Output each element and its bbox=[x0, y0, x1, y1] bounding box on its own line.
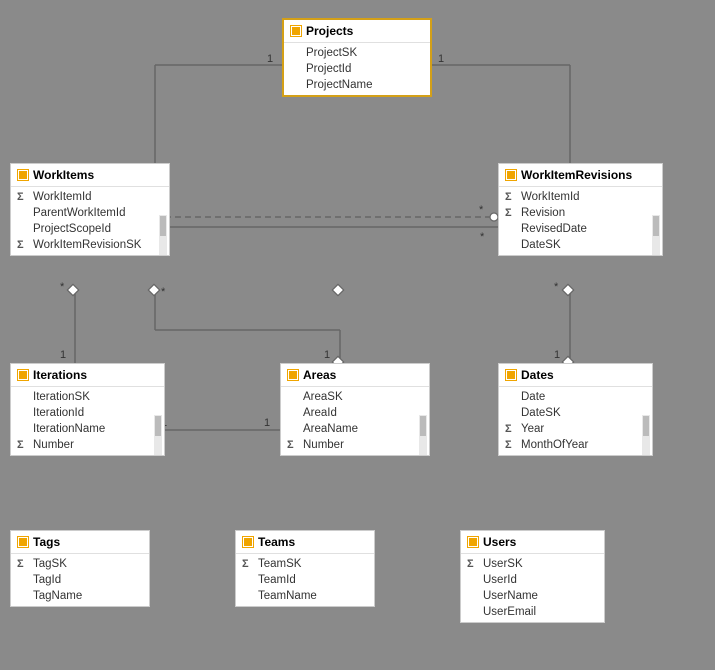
field-projectid: ProjectId bbox=[284, 61, 430, 77]
table-iterations-body: IterationSK IterationId IterationName Σ … bbox=[11, 387, 164, 455]
table-dates[interactable]: Dates Date DateSK Σ Year Σ MonthOfYear bbox=[498, 363, 653, 456]
svg-text:*: * bbox=[480, 231, 485, 243]
field-teamname: TeamName bbox=[236, 588, 374, 604]
field-iterationsk: IterationSK bbox=[11, 389, 164, 405]
table-teams[interactable]: Teams Σ TeamSK TeamId TeamName bbox=[235, 530, 375, 607]
table-dates-header: Dates bbox=[499, 364, 652, 387]
table-dates-body: Date DateSK Σ Year Σ MonthOfYear bbox=[499, 387, 652, 455]
table-workitemrevisions-body: Σ WorkItemId Σ Revision RevisedDate Date… bbox=[499, 187, 662, 255]
table-workitemrevisions-name: WorkItemRevisions bbox=[521, 168, 632, 182]
table-tags[interactable]: Tags Σ TagSK TagId TagName bbox=[10, 530, 150, 607]
field-userid: UserId bbox=[461, 572, 604, 588]
field-parentworkitemid: ParentWorkItemId bbox=[11, 205, 169, 221]
table-workitemrevisions-header: WorkItemRevisions bbox=[499, 164, 662, 187]
field-areask: AreaSK bbox=[281, 389, 429, 405]
field-date: Date bbox=[499, 389, 652, 405]
field-areaname: AreaName bbox=[281, 421, 429, 437]
table-teams-name: Teams bbox=[258, 535, 295, 549]
field-wir-datesk: DateSK bbox=[499, 237, 662, 253]
svg-text:1: 1 bbox=[554, 349, 560, 361]
field-projectsk: ProjectSK bbox=[284, 45, 430, 61]
field-projectname: ProjectName bbox=[284, 77, 430, 93]
field-iterations-number: Σ Number bbox=[11, 437, 164, 453]
field-monthofyear: Σ MonthOfYear bbox=[499, 437, 652, 453]
field-workitemid: Σ WorkItemId bbox=[11, 189, 169, 205]
table-teams-header: Teams bbox=[236, 531, 374, 554]
svg-text:*: * bbox=[479, 204, 484, 216]
field-year: Σ Year bbox=[499, 421, 652, 437]
field-tagid: TagId bbox=[11, 572, 149, 588]
table-icon-users bbox=[467, 536, 479, 548]
field-datesk: DateSK bbox=[499, 405, 652, 421]
table-icon-workitemrevisions bbox=[505, 169, 517, 181]
table-icon-areas bbox=[287, 369, 299, 381]
svg-text:1: 1 bbox=[60, 349, 66, 361]
table-teams-body: Σ TeamSK TeamId TeamName bbox=[236, 554, 374, 606]
table-users-header: Users bbox=[461, 531, 604, 554]
table-areas-header: Areas bbox=[281, 364, 429, 387]
svg-text:*: * bbox=[60, 281, 65, 293]
field-wir-workitemid: Σ WorkItemId bbox=[499, 189, 662, 205]
table-projects-body: ProjectSK ProjectId ProjectName bbox=[284, 43, 430, 95]
table-users-body: Σ UserSK UserId UserName UserEmail bbox=[461, 554, 604, 622]
field-projectscopeid: ProjectScopeId bbox=[11, 221, 169, 237]
field-areaid: AreaId bbox=[281, 405, 429, 421]
field-iterationname: IterationName bbox=[11, 421, 164, 437]
table-tags-body: Σ TagSK TagId TagName bbox=[11, 554, 149, 606]
table-workitems-header: WorkItems bbox=[11, 164, 169, 187]
field-areas-number: Σ Number bbox=[281, 437, 429, 453]
table-workitems-body: Σ WorkItemId ParentWorkItemId ProjectSco… bbox=[11, 187, 169, 255]
scroll-iterations[interactable] bbox=[154, 415, 162, 455]
field-iterationid: IterationId bbox=[11, 405, 164, 421]
svg-text:1: 1 bbox=[267, 53, 273, 65]
table-icon-dates bbox=[505, 369, 517, 381]
field-workitemrevisionsk: Σ WorkItemRevisionSK bbox=[11, 237, 169, 253]
table-users-name: Users bbox=[483, 535, 516, 549]
scroll-areas[interactable] bbox=[419, 415, 427, 455]
svg-text:1: 1 bbox=[438, 53, 444, 65]
field-username: UserName bbox=[461, 588, 604, 604]
table-projects-name: Projects bbox=[306, 24, 353, 38]
table-projects[interactable]: Projects ProjectSK ProjectId ProjectName bbox=[282, 18, 432, 97]
field-usersk: Σ UserSK bbox=[461, 556, 604, 572]
svg-text:1: 1 bbox=[264, 417, 270, 429]
scroll-workitemrevisions[interactable] bbox=[652, 215, 660, 255]
table-workitemrevisions[interactable]: WorkItemRevisions Σ WorkItemId Σ Revisio… bbox=[498, 163, 663, 256]
diagram-canvas: 1 1 1 1 1 * * * * 1 * 1 bbox=[0, 0, 715, 670]
svg-text:*: * bbox=[554, 281, 559, 293]
table-areas[interactable]: Areas AreaSK AreaId AreaName Σ Number bbox=[280, 363, 430, 456]
field-useremail: UserEmail bbox=[461, 604, 604, 620]
table-icon-teams bbox=[242, 536, 254, 548]
table-users[interactable]: Users Σ UserSK UserId UserName UserEmail bbox=[460, 530, 605, 623]
table-workitems-name: WorkItems bbox=[33, 168, 94, 182]
table-iterations-name: Iterations bbox=[33, 368, 87, 382]
table-icon-tags bbox=[17, 536, 29, 548]
field-teamsk: Σ TeamSK bbox=[236, 556, 374, 572]
field-wir-revision: Σ Revision bbox=[499, 205, 662, 221]
scroll-workitems[interactable] bbox=[159, 215, 167, 255]
table-tags-header: Tags bbox=[11, 531, 149, 554]
table-dates-name: Dates bbox=[521, 368, 554, 382]
scroll-dates[interactable] bbox=[642, 415, 650, 455]
svg-text:1: 1 bbox=[324, 349, 330, 361]
table-areas-body: AreaSK AreaId AreaName Σ Number bbox=[281, 387, 429, 455]
field-teamid: TeamId bbox=[236, 572, 374, 588]
table-icon-iterations bbox=[17, 369, 29, 381]
field-tagname: TagName bbox=[11, 588, 149, 604]
field-tagsk: Σ TagSK bbox=[11, 556, 149, 572]
table-icon-workitems bbox=[17, 169, 29, 181]
table-areas-name: Areas bbox=[303, 368, 336, 382]
table-iterations[interactable]: Iterations IterationSK IterationId Itera… bbox=[10, 363, 165, 456]
table-projects-header: Projects bbox=[284, 20, 430, 43]
table-tags-name: Tags bbox=[33, 535, 60, 549]
svg-text:*: * bbox=[161, 286, 166, 298]
field-wir-reviseddate: RevisedDate bbox=[499, 221, 662, 237]
table-icon-projects bbox=[290, 25, 302, 37]
table-workitems[interactable]: WorkItems Σ WorkItemId ParentWorkItemId … bbox=[10, 163, 170, 256]
table-iterations-header: Iterations bbox=[11, 364, 164, 387]
